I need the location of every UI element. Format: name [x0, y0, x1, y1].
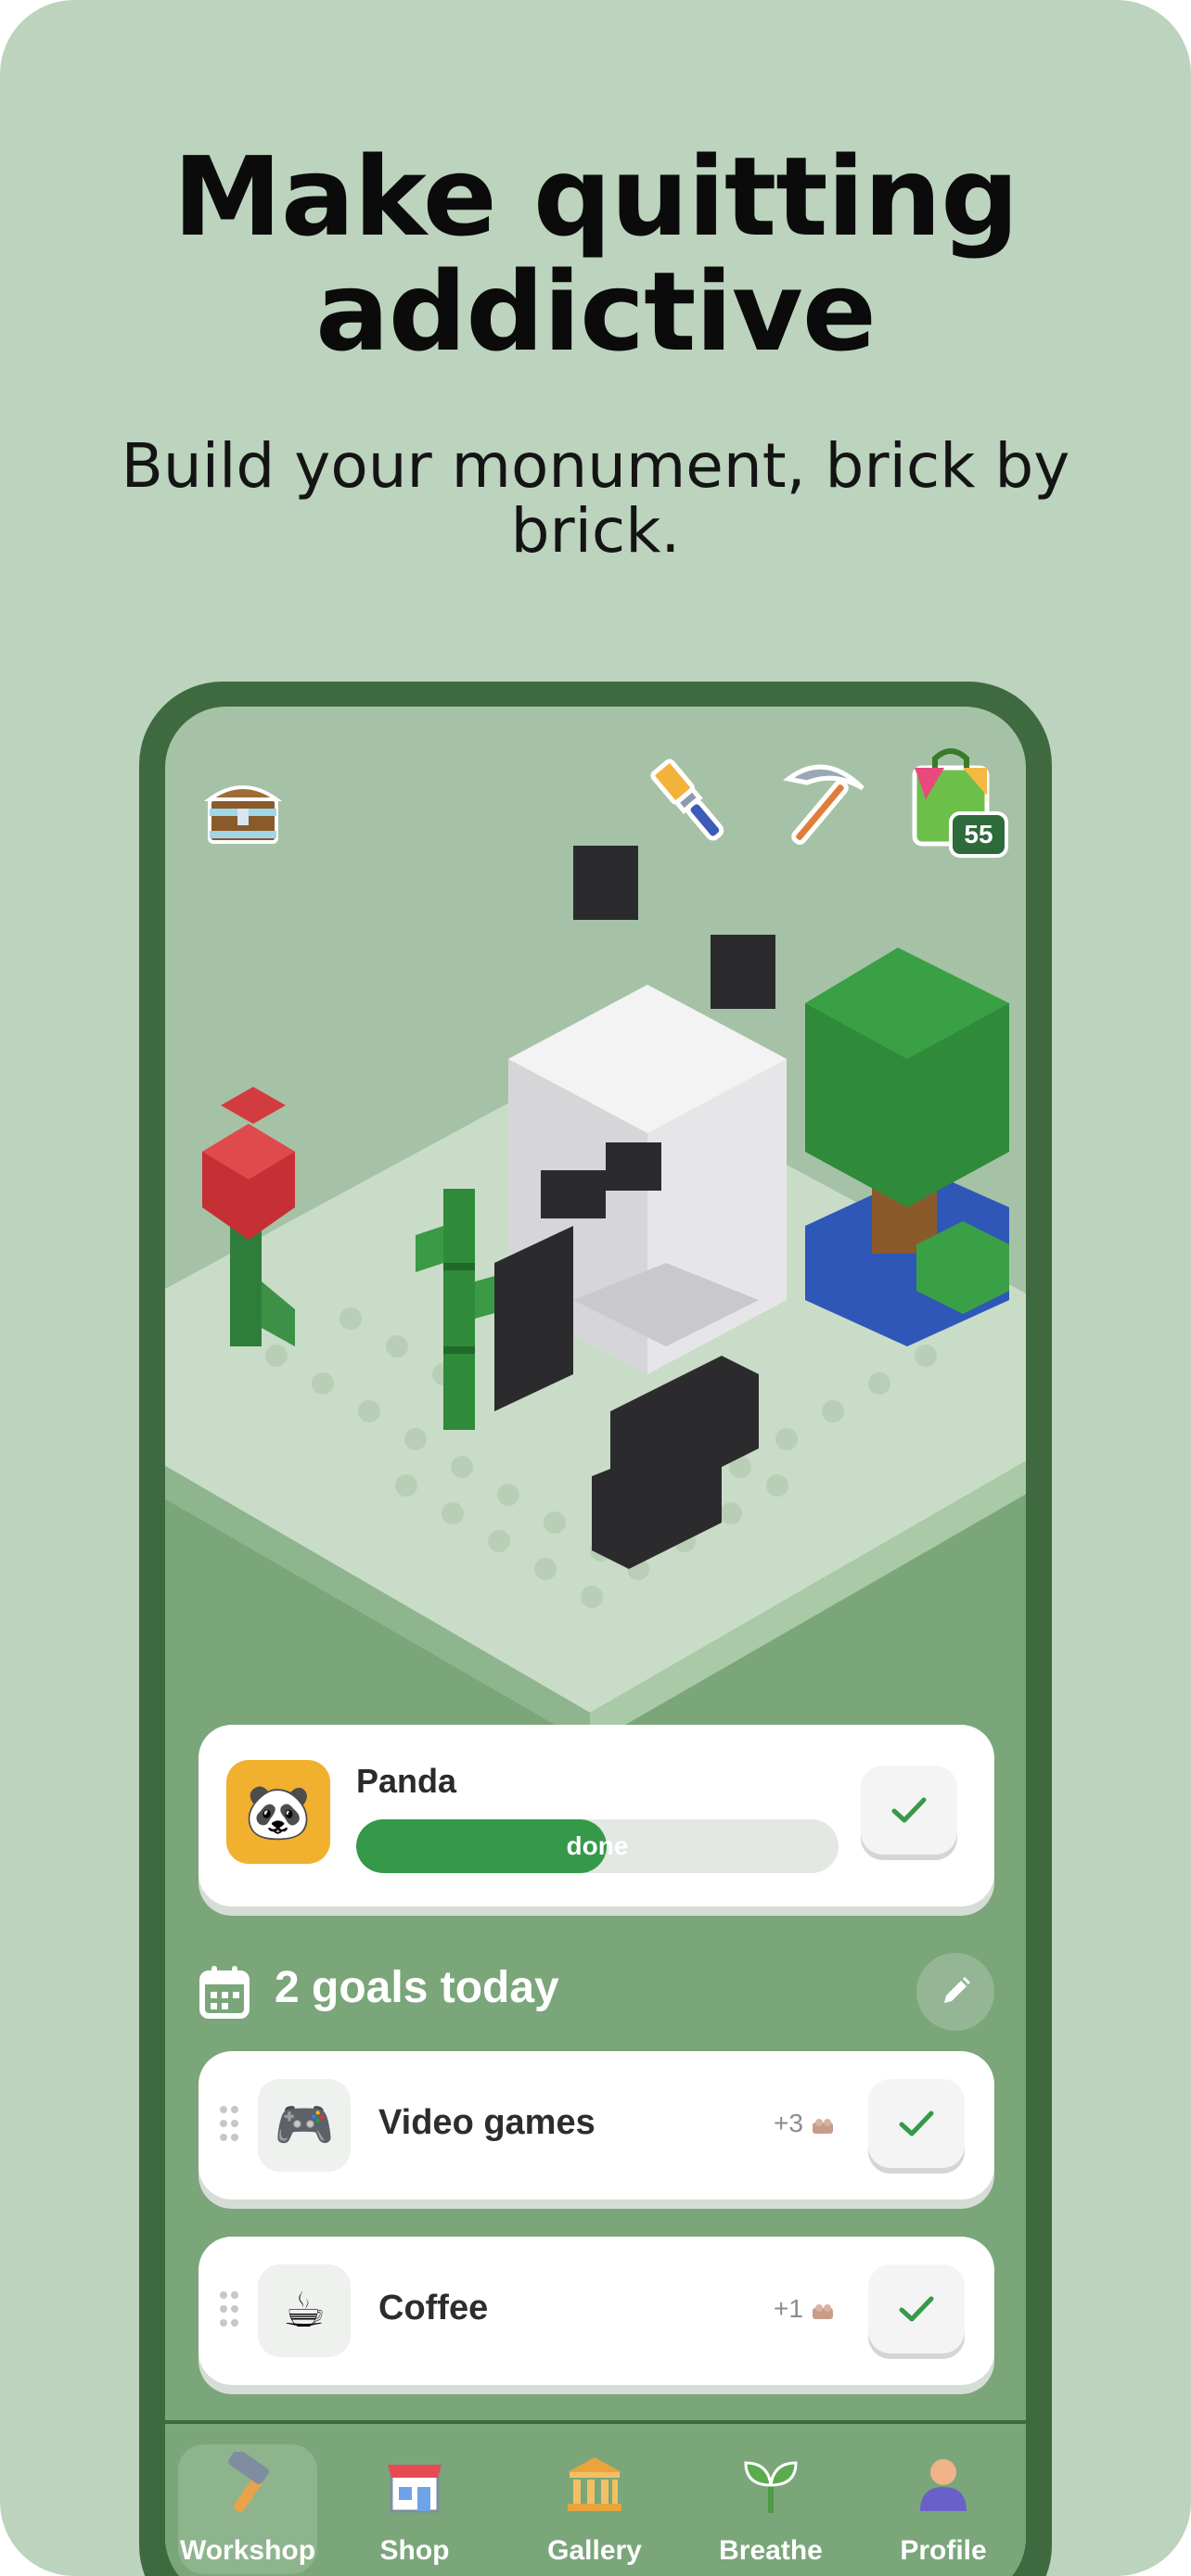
pencil-icon [944, 1977, 970, 2003]
tab-bar: Workshop Shop Gallery Breathe Profile [165, 2420, 1026, 2576]
goals-header: 2 goals today [198, 1953, 994, 2036]
hero-title-line-1: Make quitting [173, 133, 1018, 261]
goal-points-value: +1 [774, 2294, 803, 2323]
goal-item[interactable]: ☕ Coffee +1 [198, 2237, 994, 2385]
goal-name: Video games [378, 2103, 596, 2142]
tab-label: Shop [379, 2535, 450, 2566]
goal-icon: ☕ [258, 2264, 351, 2357]
brick-token-icon [812, 2303, 833, 2319]
checkmark-icon [891, 1797, 927, 1823]
goal-icon: 🎮 [258, 2079, 351, 2172]
build-check-button[interactable] [861, 1766, 957, 1855]
build-avatar: 🐼 [226, 1760, 330, 1864]
goal-check-button[interactable] [868, 2264, 965, 2353]
goal-points: +1 [774, 2294, 835, 2324]
hammer-icon [228, 2449, 269, 2513]
brick-token-icon [812, 2118, 833, 2134]
tab-label: Workshop [179, 2535, 316, 2566]
drag-handle-icon[interactable] [219, 2290, 239, 2327]
checkmark-icon [899, 2111, 934, 2136]
tab-shop[interactable]: Shop [345, 2444, 484, 2574]
edit-goals-button[interactable] [916, 1953, 994, 2031]
drag-handle-icon[interactable] [219, 2105, 239, 2142]
bag-count-badge: 55 [949, 811, 1008, 858]
paint-brush-icon[interactable] [636, 751, 738, 853]
hero-title: Make quitting addictive [0, 139, 1191, 369]
treasure-chest-icon[interactable] [204, 772, 282, 849]
brick-scene [165, 846, 1026, 1745]
pickaxe-icon[interactable] [770, 751, 872, 853]
app-screen: 55 🐼 Panda done 2 goals today 🎮 Video ga… [165, 707, 1026, 2576]
goal-points-value: +3 [774, 2109, 803, 2137]
hero-title-line-2: addictive [315, 248, 877, 376]
build-name: Panda [356, 1762, 457, 1800]
goals-count-title: 2 goals today [275, 1963, 559, 2012]
goal-points: +3 [774, 2109, 835, 2138]
tree-model [805, 948, 1009, 1346]
tab-gallery[interactable]: Gallery [525, 2444, 664, 2574]
tab-breathe[interactable]: Breathe [701, 2444, 840, 2574]
current-build-card[interactable]: 🐼 Panda done [198, 1725, 994, 1906]
tab-profile[interactable]: Profile [874, 2444, 1013, 2574]
promo-card: Make quitting addictive Build your monum… [0, 0, 1191, 2576]
museum-icon [568, 2457, 621, 2511]
sprout-icon [744, 2461, 798, 2513]
goal-check-button[interactable] [868, 2079, 965, 2168]
build-progress-bar: done [356, 1819, 839, 1873]
calendar-icon [199, 1966, 250, 2019]
store-icon [388, 2465, 442, 2513]
build-progress-label: done [566, 1831, 629, 1860]
hero-subtitle: Build your monument, brick by brick. [121, 430, 1070, 567]
tab-label: Profile [900, 2535, 987, 2566]
tab-label: Gallery [547, 2535, 642, 2566]
tab-workshop[interactable]: Workshop [178, 2444, 317, 2574]
checkmark-icon [899, 2296, 934, 2322]
person-icon [920, 2459, 967, 2511]
tab-label: Breathe [719, 2535, 823, 2566]
goal-name: Coffee [378, 2289, 489, 2327]
goal-item[interactable]: 🎮 Video games +3 [198, 2051, 994, 2200]
